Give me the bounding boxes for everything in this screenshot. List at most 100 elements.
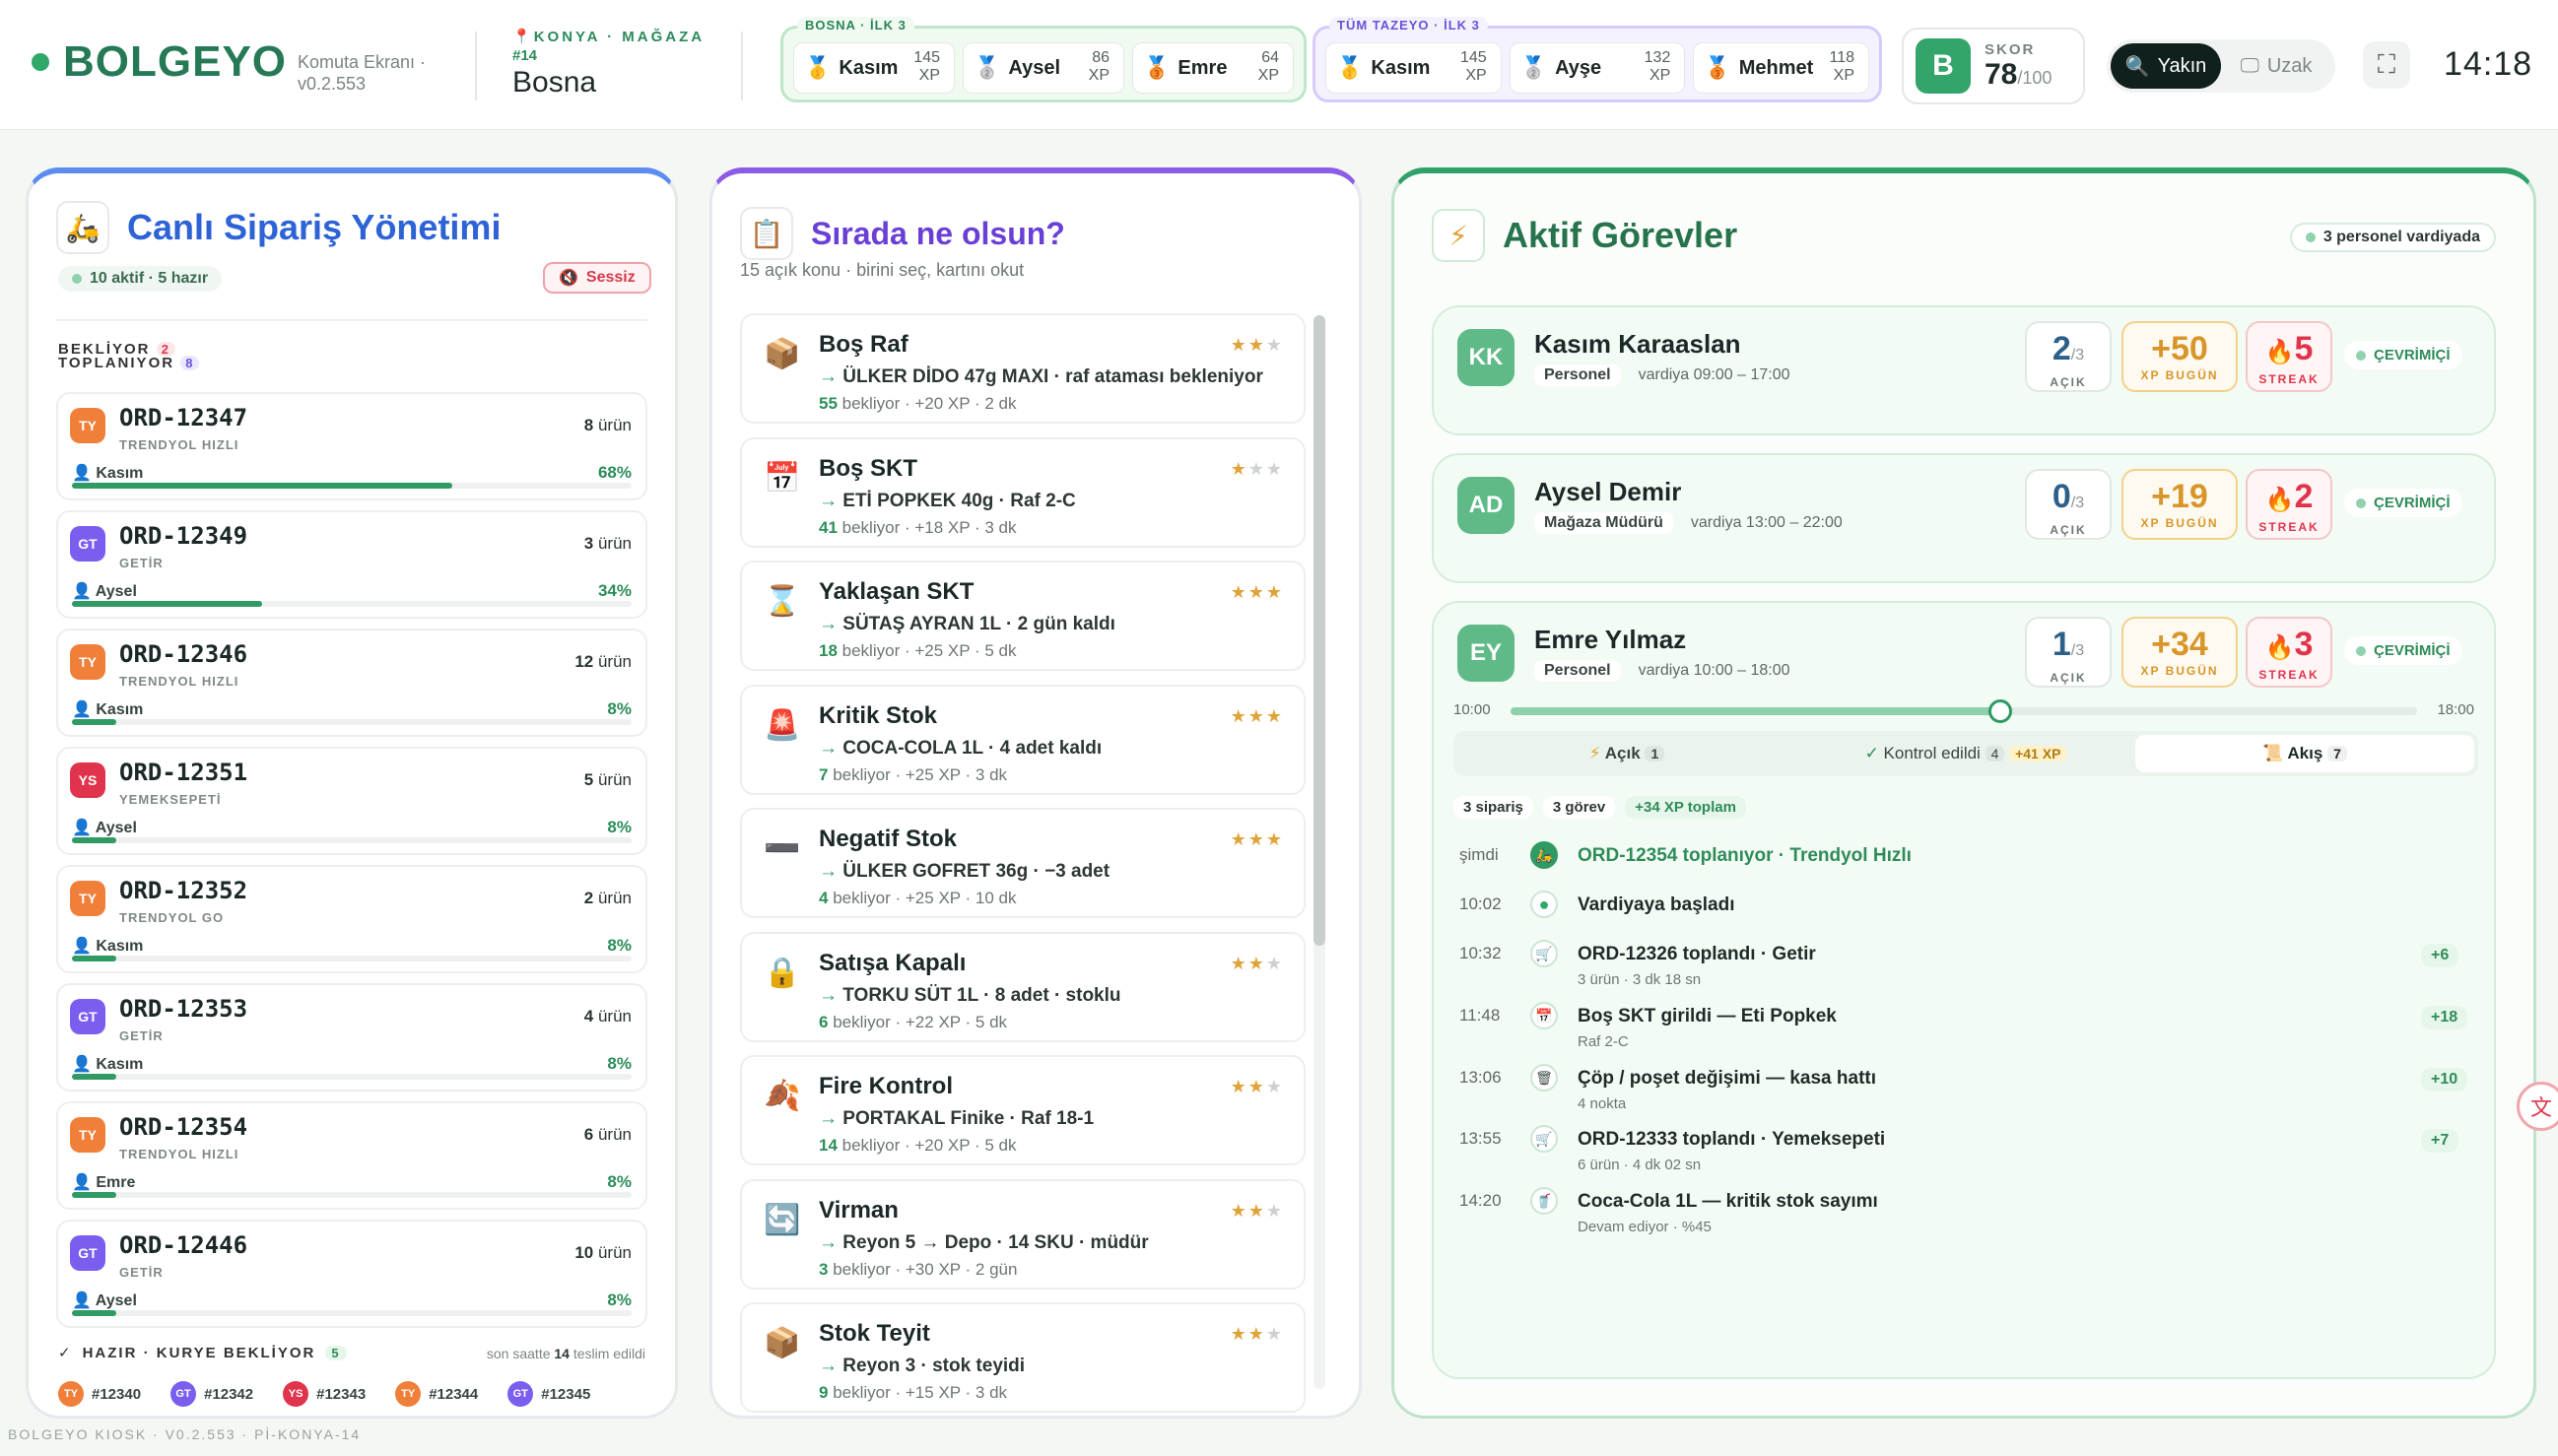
queue-card[interactable]: 📅 Boş SKT ★★★ → ETİ POPKEK 40g · Raf 2-C… [740,436,1306,548]
order-card[interactable]: TY ORD-12347 TRENDYOL HIZLI 8 ürün 👤 Kas… [56,392,647,500]
ready-order[interactable]: YS #12343 [283,1381,366,1407]
task-type-icon: 📅 [764,461,801,495]
leaderboard-title: BOSNA · İLK 3 [797,17,914,33]
item-count: 8 [583,416,594,434]
task-type-icon: 🔒 [764,956,801,989]
queue-card[interactable]: ➖ Negatif Stok ★★★ → ÜLKER GOFRET 36g · … [740,808,1306,918]
queue-panel: 📋 Sırada ne olsun? 15 açık konu · birini… [709,167,1362,1419]
ready-order[interactable]: TY #12340 [58,1381,141,1407]
order-source: GETİR [119,1265,164,1280]
avatar: KK [1457,329,1515,386]
entry-text: Çöp / poşet değişimi — kasa hattı [1578,1068,1877,1089]
user-icon: 👤 [72,938,92,955]
ready-order-id: #12343 [316,1385,367,1403]
item-unit: ürün [597,1243,632,1262]
order-card[interactable]: TY ORD-12354 TRENDYOL HIZLI 6 ürün 👤 Emr… [56,1101,647,1210]
xp-unit: XP [1833,67,1855,84]
timeline-entry[interactable]: 13:55 🛒 ORD-12333 toplandı · Yemeksepeti… [1459,1125,2474,1178]
task-detail: ETİ POPKEK 40g · Raf 2-C [842,490,1076,511]
ready-order[interactable]: GT #12342 [170,1381,253,1407]
panel-title: Aktif Görevler [1503,215,1738,255]
shift-end: 18:00 [2437,701,2474,718]
leader-chip[interactable]: 🥉 Mehmet 118 XP [1693,42,1870,94]
order-id: ORD-12349 [119,522,248,550]
task-type-icon: 🚨 [764,708,801,742]
shift-handle[interactable] [1987,699,2012,723]
stat-label: XP BUGÜN [2140,516,2219,530]
user-icon: 👤 [72,1056,92,1073]
score-value: 78 [1985,57,2018,91]
mute-button[interactable]: 🔇 Sessiz [543,262,651,294]
store-number: #14 [512,47,538,64]
entry-xp: +18 [2421,1006,2468,1029]
queue-card[interactable]: 🍂 Fire Kontrol ★★★ → PORTAKAL Finike · R… [740,1055,1306,1165]
order-id: ORD-12354 [119,1113,248,1141]
item-unit: ürün [597,889,632,907]
order-card[interactable]: TY ORD-12346 TRENDYOL HIZLI 12 ürün 👤 Ka… [56,629,647,737]
staff-card[interactable]: AD Aysel Demir Mağaza Müdürü vardiya 13:0… [1432,453,2496,583]
top-bar: BOLGEYO Komuta Ekranı · v0.2.553 📍KONYA … [0,0,2558,130]
stat-label: STREAK [2258,668,2320,682]
order-card[interactable]: YS ORD-12351 YEMEKSEPETİ 5 ürün 👤 Aysel … [56,747,647,855]
scrollbar-thumb[interactable] [1313,315,1325,946]
tab-open[interactable]: ⚡ Açık 1 [1457,744,1796,763]
far-view-button[interactable]: 🖵 Uzak [2221,43,2331,89]
progress-fill [72,483,453,489]
queue-card[interactable]: 📦 Stok Teyit ★★★ → Reyon 3 · stok teyidi… [740,1302,1306,1413]
queue-card[interactable]: 📦 Boş Raf ★★★ → ÜLKER DİDO 47g MAXI · ra… [740,313,1306,424]
arrow-icon: → [819,984,838,1006]
leader-chip[interactable]: 🥈 Ayşe 132 XP [1509,42,1686,94]
entry-time: 10:32 [1459,944,1502,962]
tab-flow[interactable]: 📜 Akış 7 [2135,735,2474,772]
progress-fill [72,1310,117,1316]
entry-xp: +7 [2421,1129,2459,1153]
ready-order[interactable]: TY #12344 [395,1381,478,1407]
store-location[interactable]: 📍KONYA · MAĞAZA #14 Bosna [512,28,705,99]
queue-card[interactable]: 🔒 Satışa Kapalı ★★★ → TORKU SÜT 1L · 8 a… [740,931,1306,1042]
progress-fill [72,956,117,961]
xp-unit: XP [1465,67,1487,84]
timeline-entry[interactable]: 14:20 🥤 Coca-Cola 1L — kritik stok sayım… [1459,1187,2474,1240]
timeline-entry[interactable]: şimdi 🛵 ORD-12354 toplanıyor · Trendyol … [1459,841,2474,894]
priority-stars: ★★★ [1230,335,1284,355]
order-card[interactable]: GT ORD-12446 GETİR 10 ürün 👤 Aysel 8% [56,1220,647,1328]
xp-today-stat: +34 XP BUGÜN [2121,617,2238,688]
item-unit: ürün [597,1125,632,1144]
queue-card[interactable]: 🔄 Virman ★★★ → Reyon 5 → Depo · 14 SKU ·… [740,1178,1306,1290]
leader-chip[interactable]: 🥇 Kasım 145 XP [793,42,955,94]
order-card[interactable]: TY ORD-12352 TRENDYOL GO 2 ürün 👤 Kasım … [56,865,647,973]
staff-name: Emre Yılmaz [1534,625,1687,654]
leader-chip[interactable]: 🥈 Aysel 86 XP [963,42,1124,94]
order-source: TRENDYOL GO [119,910,225,925]
order-card[interactable]: GT ORD-12353 GETİR 4 ürün 👤 Kasım 8% [56,983,647,1092]
translate-icon[interactable]: 文 [2517,1082,2558,1131]
timeline-entry[interactable]: 13:06 🗑 Çöp / poşet değişimi — kasa hatt… [1459,1064,2474,1117]
order-card[interactable]: GT ORD-12349 GETİR 3 ürün 👤 Aysel 34% [56,510,647,619]
tab-checked[interactable]: ✓ Kontrol edildi 4 +41 XP [1796,744,2135,763]
queue-card[interactable]: 🚨 Kritik Stok ★★★ → COCA-COLA 1L · 4 ade… [740,684,1306,795]
stat-label: STREAK [2258,372,2320,386]
leader-chip[interactable]: 🥉 Emre 64 XP [1132,42,1294,94]
online-status: ÇEVRİMİÇİ [2344,489,2462,517]
panel-title: Canlı Sipariş Yönetimi [127,207,502,247]
source-badge: GT [70,999,105,1034]
scrollbar[interactable] [1313,315,1325,1389]
brand-logo: BOLGEYO [32,37,287,87]
timeline-entry[interactable]: 10:02 ● Vardiyaya başladı [1459,891,2474,944]
assignee: Kasım [96,701,144,718]
near-view-button[interactable]: 🔍 Yakın [2111,43,2221,89]
fullscreen-icon[interactable]: ⛶ [2363,41,2410,89]
timeline-entry[interactable]: 11:48 📅 Boş SKT girildi — Eti Popkek Raf… [1459,1002,2474,1055]
timeline-entry[interactable]: 10:32 🛒 ORD-12326 toplandı · Getir 3 ürü… [1459,940,2474,993]
item-count: 6 [583,1125,594,1144]
arrow-icon: → [819,861,838,882]
far-label: Uzak [2266,54,2313,77]
assignee: Aysel [95,1292,137,1309]
leader-chip[interactable]: 🥇 Kasım 145 XP [1325,42,1502,94]
staff-card[interactable]: EY Emre Yılmaz Personel vardiya 10:00 – 1… [1432,601,2496,1379]
ready-order[interactable]: GT #12345 [507,1381,590,1407]
staff-card[interactable]: KK Kasım Karaaslan Personel vardiya 09:00… [1432,305,2496,435]
task-meta: bekliyor · +22 XP · 5 dk [828,1012,1008,1031]
queue-card[interactable]: ⌛ Yaklaşan SKT ★★★ → SÜTAŞ AYRAN 1L · 2 … [740,561,1306,671]
task-meta: bekliyor · +25 XP · 5 dk [837,641,1017,660]
